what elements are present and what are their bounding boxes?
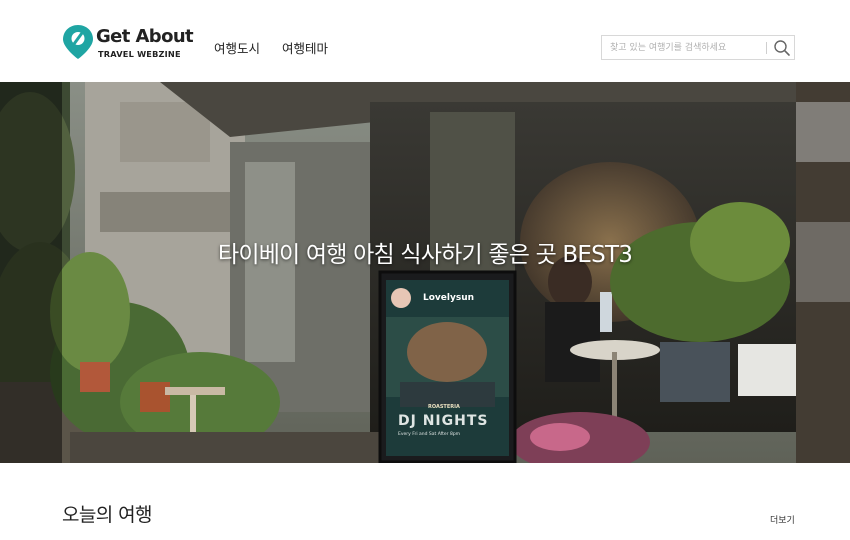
- search-input[interactable]: [610, 36, 760, 59]
- poster-username: Lovelysun: [423, 293, 475, 303]
- location-pin-logo-icon: [63, 25, 93, 59]
- logo-title: Get About: [96, 26, 194, 47]
- hero-photo: [0, 82, 850, 463]
- site-header: Get About TRAVEL WEBZINE 여행도시 여행테마: [0, 0, 850, 82]
- hero-right-shade: [796, 82, 850, 463]
- main-nav: 여행도시 여행테마: [214, 38, 328, 57]
- nav-item-travel-themes[interactable]: 여행테마: [282, 38, 328, 57]
- poster-tag: ROASTERIA: [428, 404, 460, 410]
- hero-banner[interactable]: Lovelysun ROASTERIA DJ NIGHTS Every Fri …: [0, 82, 850, 463]
- hero-title[interactable]: 타이베이 여행 아침 식사하기 좋은 곳 BEST3: [0, 235, 850, 269]
- search-box: [601, 35, 795, 60]
- more-link[interactable]: 더보기: [770, 513, 795, 526]
- search-divider: [766, 42, 767, 54]
- hero-left-shade: [0, 82, 62, 463]
- poster-line: Every Fri and Sat After 8pm: [398, 432, 461, 437]
- poster-headline: DJ NIGHTS: [398, 413, 489, 429]
- logo-subtitle: TRAVEL WEBZINE: [98, 49, 181, 59]
- search-icon[interactable]: [772, 38, 792, 58]
- section-title: 오늘의 여행: [62, 504, 152, 526]
- nav-item-travel-cities[interactable]: 여행도시: [214, 38, 260, 57]
- logo[interactable]: Get About TRAVEL WEBZINE: [62, 22, 194, 62]
